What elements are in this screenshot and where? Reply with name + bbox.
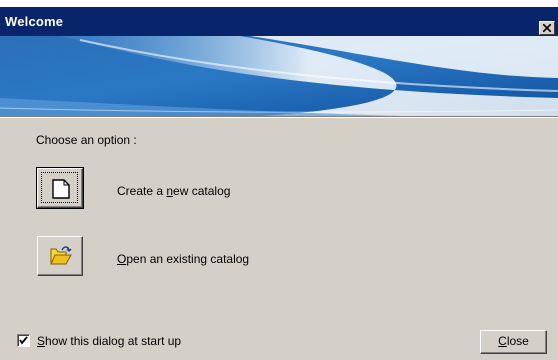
show-at-startup-checkbox[interactable] bbox=[17, 334, 30, 347]
create-label-post: ew catalog bbox=[173, 184, 231, 198]
window-title: Welcome bbox=[5, 14, 64, 29]
header-banner bbox=[0, 36, 558, 116]
create-label-pre: Create a bbox=[117, 184, 167, 198]
banner-divider bbox=[0, 116, 558, 118]
startup-label-accelerator: S bbox=[37, 334, 46, 348]
create-new-catalog-label[interactable]: Create a new catalog bbox=[117, 184, 230, 198]
startup-label-post: how this dialog at start up bbox=[45, 334, 182, 348]
show-at-startup-label[interactable]: Show this dialog at start up bbox=[37, 334, 181, 348]
close-button[interactable]: Close bbox=[480, 330, 547, 354]
create-new-catalog-button[interactable] bbox=[36, 167, 84, 209]
open-label-post: pen an existing catalog bbox=[126, 252, 250, 266]
close-label-post: lose bbox=[506, 334, 529, 348]
checkmark-icon bbox=[19, 336, 28, 345]
close-label-accelerator: C bbox=[498, 334, 507, 348]
open-existing-catalog-label[interactable]: Open an existing catalog bbox=[117, 252, 249, 266]
title-close-button[interactable] bbox=[539, 21, 555, 35]
close-icon bbox=[543, 24, 551, 32]
open-folder-icon bbox=[50, 246, 72, 265]
choose-option-label: Choose an option : bbox=[36, 133, 137, 147]
new-document-icon bbox=[52, 179, 70, 199]
title-bar[interactable]: Welcome bbox=[0, 7, 558, 36]
open-label-accelerator: O bbox=[117, 252, 127, 266]
open-existing-catalog-button[interactable] bbox=[37, 236, 83, 276]
banner-graphic bbox=[0, 36, 558, 116]
welcome-dialog: Welcome Choose an option: Create a new … bbox=[0, 7, 558, 360]
